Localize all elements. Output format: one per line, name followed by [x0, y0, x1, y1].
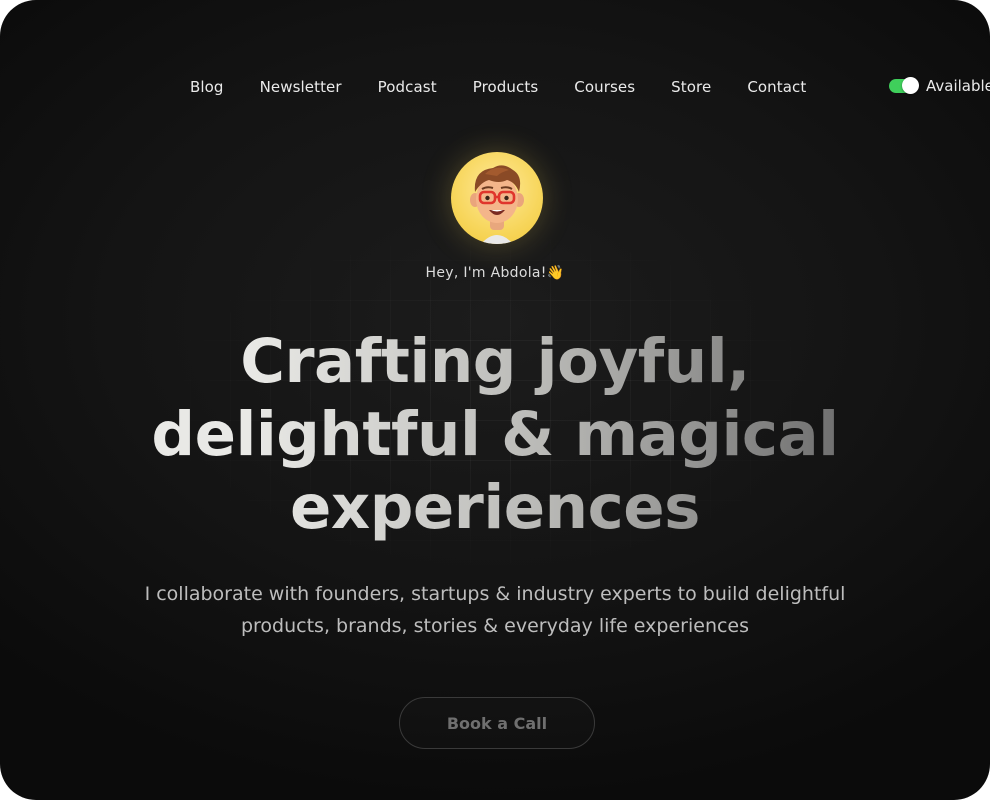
nav-link-newsletter[interactable]: Newsletter	[260, 78, 342, 96]
nav-link-contact[interactable]: Contact	[747, 78, 806, 96]
nav-link-products[interactable]: Products	[473, 78, 539, 96]
page-frame: Blog Newsletter Podcast Products Courses…	[0, 0, 990, 800]
top-nav: Blog Newsletter Podcast Products Courses…	[190, 76, 806, 98]
greeting-text: Hey, I'm Abdola!👋	[425, 265, 565, 281]
headline-line: Crafting joyful,	[240, 326, 750, 397]
nav-link-store[interactable]: Store	[671, 78, 711, 96]
nav-link-blog[interactable]: Blog	[190, 78, 224, 96]
book-call-button[interactable]: Book a Call	[399, 697, 595, 749]
availability-toggle[interactable]	[889, 77, 919, 94]
avatar	[451, 152, 543, 244]
availability-label: Available	[926, 77, 990, 95]
hero-headline: Crafting joyful, delightful & magical ex…	[0, 325, 990, 544]
availability-status: Available	[889, 77, 990, 95]
subtext-line: I collaborate with founders, startups & …	[144, 583, 846, 605]
memoji-avatar-icon	[470, 165, 524, 244]
nav-link-courses[interactable]: Courses	[574, 78, 635, 96]
subtext-line: products, brands, stories & everyday lif…	[240, 615, 750, 637]
headline-line: delightful & magical	[151, 399, 839, 470]
nav-link-podcast[interactable]: Podcast	[378, 78, 437, 96]
headline-line: experiences	[290, 472, 700, 543]
toggle-knob	[902, 77, 919, 94]
hero-subtext: I collaborate with founders, startups & …	[0, 578, 990, 642]
